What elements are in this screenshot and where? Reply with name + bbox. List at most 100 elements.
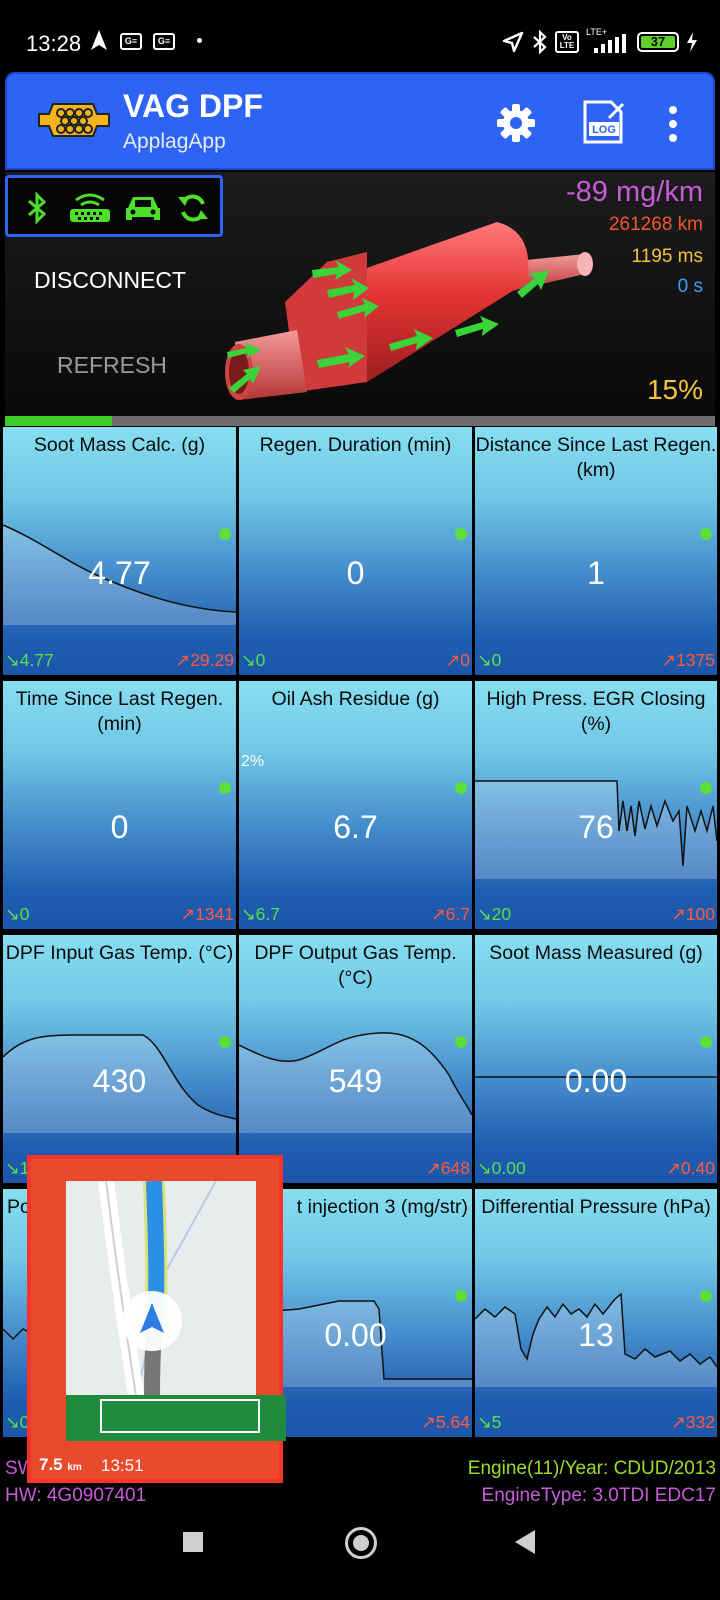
gauge-max: ↗1375 [661,650,715,670]
gauge-min: ↘4.77 [5,650,54,670]
gauge-max: ↗332 [671,1412,715,1432]
load-percent: 15% [646,374,703,405]
dpf-filter-logo-icon [38,103,110,137]
gauge-value: 1 [587,555,605,591]
notification-g-icon: G≡ [153,33,175,50]
gauge-min: ↘0 [241,650,266,670]
log-icon[interactable]: LOG [579,98,627,146]
gauge-time-since-regen[interactable]: Time Since Last Regen. (min) 0 ↘0 ↗1341 [3,681,236,929]
app-title: VAG DPF [123,88,263,124]
gauge-max: ↗100 [671,904,715,924]
gauge-dpf-output-temp[interactable]: DPF Output Gas Temp. (°C) 549 5 ↗648 [239,935,472,1183]
navigation-map[interactable] [66,1181,256,1396]
engine-type: EngineType: 3.0TDI EDC17 [481,1485,716,1506]
gauge-value: 13 [578,1317,614,1353]
seconds-value: 0 s [677,276,703,297]
status-right: Vo LTE LTE+ 37 [501,27,698,54]
live-indicator-icon [455,1290,467,1302]
gauge-max: ↗1341 [180,904,234,924]
screen: { "status_bar": {"time": "13:28", "g1": … [0,0,720,1600]
status-bar: 13:28 G≡ G≡ Vo LTE LTE+ 37 [0,0,720,72]
gauge-min: ↘0.00 [477,1158,526,1178]
system-navigation-bar [0,1510,720,1600]
gauge-regen-duration[interactable]: Regen. Duration (min) 0 ↘0 ↗0 [239,427,472,675]
live-indicator-icon [455,528,467,540]
bluetooth-connected-icon [26,191,48,229]
gauge-label: DPF Input Gas Temp. (°C) [5,942,234,964]
gauge-label: Distance Since Last Regen. (km) [475,434,717,481]
disconnect-button[interactable]: DISCONNECT [34,267,186,294]
map-route [98,1181,217,1396]
gauge-differential-pressure[interactable]: Differential Pressure (hPa) 13 ↘5 ↗332 [475,1189,717,1437]
distance-remaining: 7.5 km [39,1455,82,1474]
obd-adapter-icon [68,192,112,229]
gauge-trace [475,1076,717,1078]
gauge-label: DPF Output Gas Temp. (°C) [254,942,457,989]
gauge-value: 0 [110,809,129,845]
app-bar: VAG DPF ApplagApp LOG [5,72,715,170]
gauge-value: 0 [346,555,365,591]
gauge-oil-ash-residue[interactable]: Oil Ash Residue (g) 2% 6.7 ↘6.7 ↗6.7 [239,681,472,929]
battery-icon: 37 [637,32,679,52]
eta-time: 13:51 [101,1456,144,1475]
odometer-value: 261268 km [608,214,703,235]
location-icon [502,31,524,53]
gauge-trace [475,1292,717,1387]
gauge-label: Oil Ash Residue (g) [271,688,440,710]
back-triangle-icon[interactable] [515,1530,535,1554]
gauge-label: High Press. EGR Closing (%) [486,688,706,735]
gauge-label: Regen. Duration (min) [259,434,452,456]
gauge-trace [3,524,236,625]
gauge-min: ↘0 [477,650,502,670]
progress-fill [5,416,112,426]
signal-icon: LTE+ [586,27,630,53]
gauge-label: Soot Mass Calc. (g) [33,434,206,456]
floating-navigation-widget[interactable]: 7.5 km 13:51 [27,1155,286,1483]
settings-gear-icon[interactable] [495,102,537,144]
live-indicator-icon [219,1036,231,1048]
volte-icon: Vo LTE [555,31,579,53]
connection-status-bar [5,175,223,237]
gauge-extra-label: 2% [241,753,265,770]
overflow-menu-icon[interactable] [667,104,679,144]
gauge-value: 0.00 [564,1063,628,1099]
gauge-distance-since-regen[interactable]: Distance Since Last Regen. (km) 1 ↘0 ↗13… [475,427,717,675]
eta-box [100,1399,260,1433]
home-button-icon[interactable] [345,1527,377,1559]
gauge-min: ↘6.7 [241,904,280,924]
gauge-label: Differential Pressure (hPa) [481,1196,711,1218]
gauge-max: ↗0.40 [666,1158,715,1178]
gauge-soot-mass-calc[interactable]: Soot Mass Calc. (g) 4.77 ↘4.77 ↗29.29 [3,427,236,675]
live-indicator-icon [455,1036,467,1048]
live-indicator-icon [700,528,712,540]
eta-strip [66,1395,286,1441]
gauge-min: ↘1 [5,1158,30,1178]
hardware-version: HW: 4G0907401 [5,1485,147,1506]
gauge-egr-closing[interactable]: High Press. EGR Closing (%) 76 ↘20 ↗100 [475,681,717,929]
response-time-value: 1195 ms [631,246,703,267]
gauge-min: ↘0 [5,904,30,924]
dpf-illustration [225,222,593,400]
live-indicator-icon [700,1036,712,1048]
live-indicator-icon [219,528,231,540]
svg-text:LOG: LOG [592,124,616,136]
gauge-value: 76 [578,809,614,845]
refresh-button[interactable]: REFRESH [57,352,167,379]
navigation-arrow-icon [90,29,108,57]
bluetooth-icon [533,30,547,54]
engine-info: Engine(11)/Year: CDUD/2013 [467,1458,716,1479]
gauge-soot-mass-measured[interactable]: Soot Mass Measured (g) 0.00 ↘0.00 ↗0.40 [475,935,717,1183]
emission-value: -89 mg/km [566,176,703,208]
gauge-max: ↗29.29 [175,650,234,670]
gauge-dpf-input-temp[interactable]: DPF Input Gas Temp. (°C) 430 ↘1 [3,935,236,1183]
status-time: 13:28 [26,31,82,56]
gauge-max: ↗0 [445,650,470,670]
live-indicator-icon [219,782,231,794]
gauge-label: Time Since Last Regen. (min) [15,688,224,735]
dpf-status-panel: DISCONNECT REFRESH -89 mg/km 261268 km 1… [5,172,715,416]
gauge-min: ↘20 [477,904,512,924]
sync-icon[interactable] [176,192,210,229]
recents-square-icon[interactable] [183,1532,203,1552]
gauge-trace [3,1034,236,1133]
gauge-max: ↗648 [426,1158,470,1178]
